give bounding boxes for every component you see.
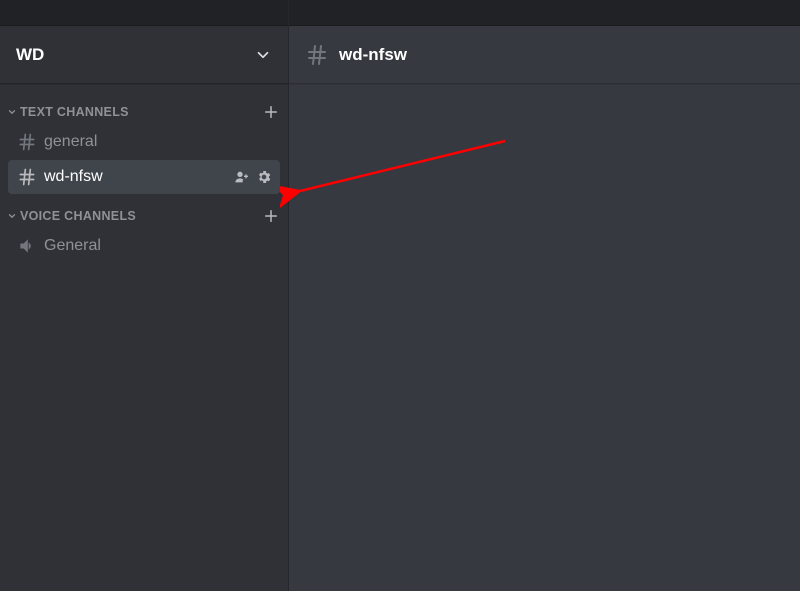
add-channel-icon[interactable]: [262, 207, 280, 225]
channel-general[interactable]: general: [8, 125, 280, 159]
add-channel-icon[interactable]: [262, 103, 280, 121]
server-name: WD: [16, 45, 254, 65]
main-pane: wd-nfsw: [289, 0, 800, 591]
chevron-down-icon: [6, 211, 18, 221]
gear-icon[interactable]: [256, 169, 272, 185]
server-header[interactable]: WD: [0, 26, 288, 84]
sidebar: WD TEXT CHANNELS general: [0, 0, 289, 591]
hash-icon: [16, 167, 38, 187]
category-voice-channels[interactable]: VOICE CHANNELS: [0, 204, 288, 228]
voice-channel-general[interactable]: General: [8, 229, 280, 263]
channel-name: wd-nfsw: [44, 168, 234, 186]
current-channel-title: wd-nfsw: [339, 45, 407, 65]
channel-name: general: [44, 133, 272, 151]
channel-name: General: [44, 237, 272, 255]
create-invite-icon[interactable]: [234, 169, 250, 185]
window-titlebar-right: [289, 0, 800, 26]
category-text-channels[interactable]: TEXT CHANNELS: [0, 100, 288, 124]
hash-icon: [16, 132, 38, 152]
hash-icon: [305, 43, 329, 67]
chevron-down-icon: [6, 107, 18, 117]
category-label: TEXT CHANNELS: [18, 105, 262, 119]
channel-header: wd-nfsw: [289, 26, 800, 84]
window-titlebar-left: [0, 0, 288, 26]
channel-wd-nfsw[interactable]: wd-nfsw: [8, 160, 280, 194]
app-root: WD TEXT CHANNELS general: [0, 0, 800, 591]
speaker-icon: [16, 236, 38, 256]
channel-list: TEXT CHANNELS general wd-nfsw: [0, 84, 288, 591]
message-area: [289, 84, 800, 591]
category-label: VOICE CHANNELS: [18, 209, 262, 223]
chevron-down-icon: [254, 46, 272, 64]
